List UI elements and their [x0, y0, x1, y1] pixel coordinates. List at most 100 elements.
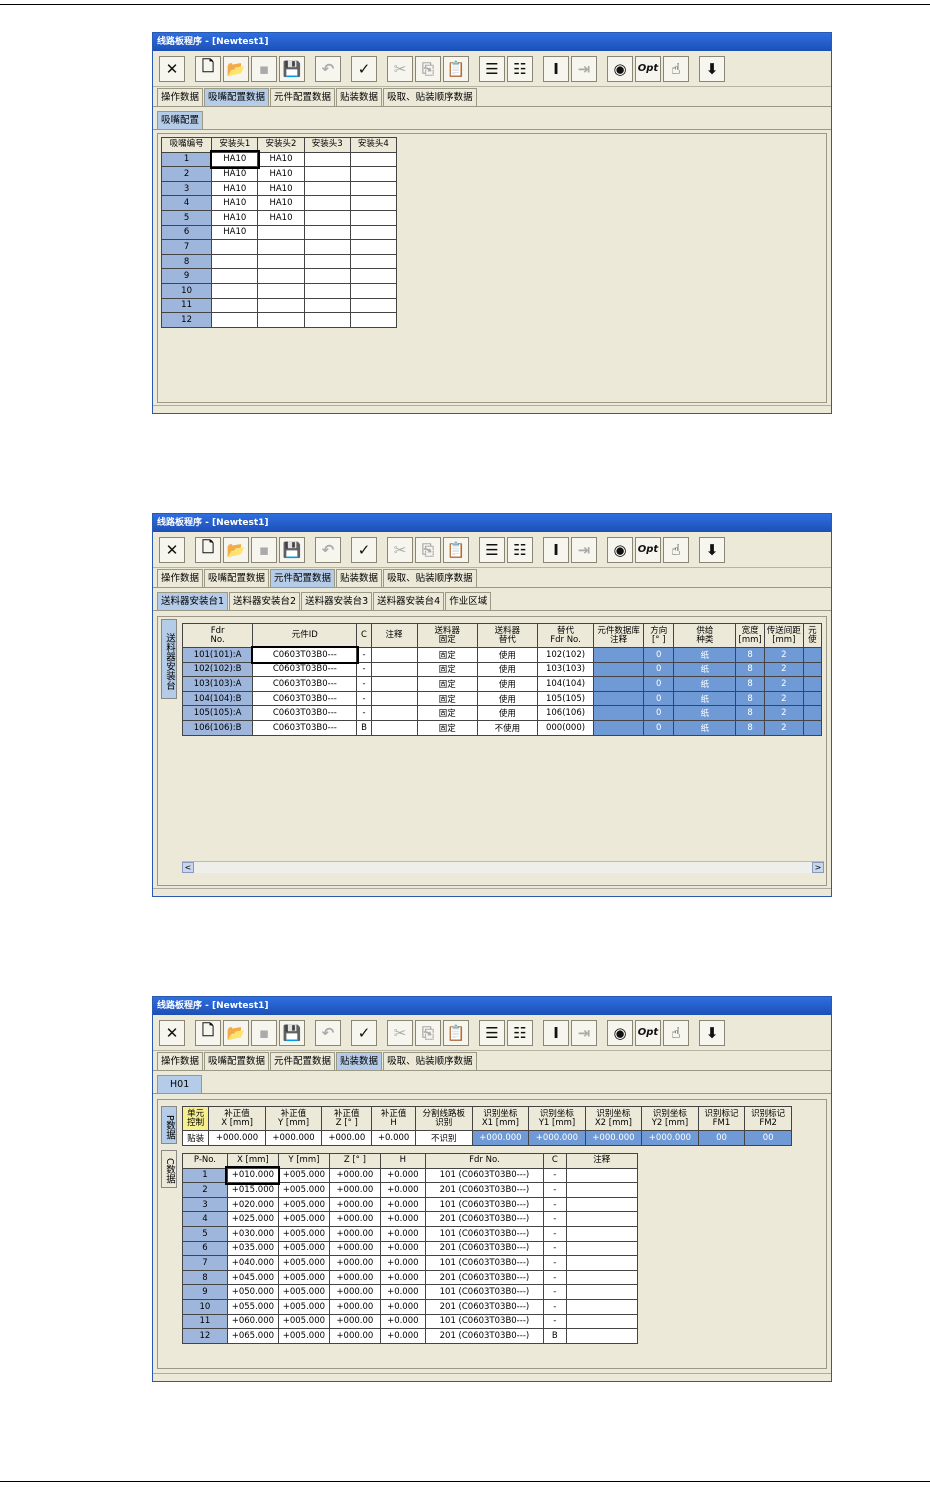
- feeder-subtab-2[interactable]: 送料器安装台3: [301, 592, 373, 610]
- insert-row-icon[interactable]: ☰: [479, 536, 505, 563]
- c-data-cell[interactable]: 201 (C0603T03B0---): [424, 1240, 545, 1257]
- save-all-icon[interactable]: 💾: [279, 55, 305, 82]
- table-row[interactable]: 11: [160, 297, 398, 314]
- feeder-cell[interactable]: 106(106): [536, 705, 595, 721]
- nozzle-cell[interactable]: [349, 151, 398, 168]
- nozzle-cell[interactable]: [349, 180, 398, 197]
- c-data-cell[interactable]: -: [543, 1255, 567, 1271]
- undo-icon[interactable]: ↶: [315, 536, 341, 563]
- c-data-cell[interactable]: +000.00: [328, 1284, 381, 1300]
- p-data-cell[interactable]: 贴装: [181, 1130, 210, 1146]
- feeder-cell[interactable]: 纸: [673, 719, 737, 736]
- nozzle-cell[interactable]: [349, 239, 398, 255]
- nozzle-cell[interactable]: [303, 312, 351, 328]
- main-tab-4[interactable]: 吸取、贴装顺序数据: [383, 1052, 477, 1070]
- c-data-cell[interactable]: -: [543, 1284, 567, 1300]
- feeder-cell[interactable]: [802, 705, 823, 721]
- feeder-cell[interactable]: [370, 705, 418, 721]
- feeder-cell[interactable]: [593, 705, 645, 721]
- nozzle-cell[interactable]: [349, 282, 398, 299]
- nozzle-cell[interactable]: [303, 195, 351, 211]
- open-folder-icon[interactable]: 📂: [223, 55, 249, 82]
- nozzle-cell[interactable]: [349, 209, 398, 226]
- table-row[interactable]: 7: [160, 239, 398, 255]
- table-row[interactable]: 101(101):A C0603T03B0--- - 固定 使用 102(102) 0 纸 8 2: [181, 645, 823, 665]
- c-data-cell[interactable]: 201 (C0603T03B0---): [424, 1182, 545, 1198]
- download-arrow-icon[interactable]: ⬇: [699, 1019, 725, 1046]
- cut-icon[interactable]: ✂: [387, 55, 413, 82]
- feeder-number[interactable]: 102(102):B: [181, 661, 254, 678]
- table-row[interactable]: 10 +055.000 +005.000 +000.00 +0.000 201 (C060…: [182, 1298, 639, 1315]
- insert-row-icon[interactable]: ☰: [479, 55, 505, 82]
- c-data-cell[interactable]: +000.00: [328, 1328, 381, 1344]
- tab-h01[interactable]: H01: [157, 1075, 203, 1093]
- c-data-cell[interactable]: +000.00: [328, 1225, 381, 1242]
- c-data-cell[interactable]: -: [543, 1225, 567, 1242]
- c-data-cell[interactable]: +0.000: [379, 1284, 426, 1300]
- c-data-cell[interactable]: +0.000: [379, 1328, 426, 1344]
- c-data-cell[interactable]: [565, 1196, 639, 1213]
- c-data-cell[interactable]: +005.000: [277, 1269, 330, 1286]
- p-data-cell[interactable]: +000.000: [208, 1130, 266, 1146]
- copy-icon[interactable]: ⎘: [415, 536, 441, 563]
- feeder-cell[interactable]: 使用: [476, 647, 538, 663]
- c-data-cell[interactable]: -: [543, 1298, 567, 1315]
- cut-icon[interactable]: ✂: [387, 536, 413, 563]
- feeder-cell[interactable]: C0603T03B0---: [252, 705, 358, 721]
- nozzle-cell[interactable]: [211, 268, 259, 284]
- feeder-cell[interactable]: 105(105): [536, 690, 595, 707]
- opt-icon[interactable]: Opt: [635, 1019, 661, 1046]
- nozzle-cell[interactable]: [303, 253, 351, 270]
- nozzle-cell[interactable]: [349, 253, 398, 270]
- c-data-cell[interactable]: +065.000: [226, 1328, 279, 1344]
- nozzle-cell[interactable]: [303, 151, 351, 168]
- feeder-cell[interactable]: 8: [735, 647, 765, 663]
- table-row[interactable]: 5 +030.000 +005.000 +000.00 +0.000 101 (C0603…: [182, 1225, 639, 1242]
- table-row[interactable]: 10: [160, 282, 398, 299]
- c-data-cell[interactable]: +000.00: [328, 1269, 381, 1286]
- feeder-cell[interactable]: [370, 661, 418, 678]
- c-data-cell[interactable]: -: [543, 1240, 567, 1257]
- new-file-icon[interactable]: 🗋: [195, 55, 221, 82]
- table-row[interactable]: 102(102):B C0603T03B0--- - 固定 使用 103(103) 0 纸 8 2: [181, 661, 823, 678]
- open-folder-icon[interactable]: 📂: [223, 536, 249, 563]
- nozzle-cell[interactable]: [349, 166, 398, 182]
- feeder-cell[interactable]: 2: [763, 690, 804, 707]
- new-file-icon[interactable]: 🗋: [195, 1019, 221, 1046]
- table-row[interactable]: 1 +010.000 +005.000 +000.00 +0.000 101 (C0603…: [182, 1166, 639, 1185]
- feeder-cell[interactable]: [802, 676, 823, 692]
- table-row[interactable]: 12: [160, 312, 398, 328]
- table-row[interactable]: 104(104):B C0603T03B0--- - 固定 使用 105(105) 0 纸 8 2: [181, 690, 823, 707]
- nozzle-cell[interactable]: [257, 312, 305, 328]
- table-row[interactable]: 106(106):B C0603T03B0--- B 固定 不使用 000(000) 0 纸 8…: [181, 719, 823, 736]
- c-data-cell[interactable]: +005.000: [277, 1284, 330, 1300]
- undo-icon[interactable]: ↶: [315, 55, 341, 82]
- feeder-cell[interactable]: 8: [735, 676, 765, 692]
- database-icon[interactable]: ◉: [607, 55, 633, 82]
- close-x-icon[interactable]: ✕: [159, 1019, 185, 1046]
- feeder-cell[interactable]: B: [356, 719, 372, 736]
- feeder-cell[interactable]: 0: [643, 719, 675, 736]
- feeder-cell[interactable]: C0603T03B0---: [250, 645, 359, 665]
- c-data-cell[interactable]: +040.000: [226, 1255, 279, 1271]
- c-data-cell[interactable]: +005.000: [277, 1225, 330, 1242]
- nozzle-cell[interactable]: HA10: [257, 180, 305, 197]
- nozzle-cell[interactable]: HA10: [211, 224, 259, 241]
- nozzle-cell[interactable]: [211, 282, 259, 299]
- opt-icon[interactable]: Opt: [635, 55, 661, 82]
- feeder-cell[interactable]: 0: [643, 690, 675, 707]
- table-row[interactable]: 9 +050.000 +005.000 +000.00 +0.000 101 (C0603…: [182, 1284, 639, 1300]
- table-row[interactable]: 11 +060.000 +005.000 +000.00 +0.000 101 (C060…: [182, 1313, 639, 1330]
- main-tab-0[interactable]: 操作数据: [157, 1052, 204, 1070]
- feeder-cell[interactable]: [370, 676, 418, 692]
- nozzle-cell[interactable]: [303, 166, 351, 182]
- nozzle-cell[interactable]: [211, 239, 259, 255]
- p-data-cell[interactable]: +000.000: [471, 1130, 530, 1146]
- c-data-cell[interactable]: 101 (C0603T03B0---): [424, 1255, 545, 1271]
- cursor-icon[interactable]: I: [543, 55, 569, 82]
- c-data-cell[interactable]: +0.000: [379, 1240, 426, 1257]
- database-icon[interactable]: ◉: [607, 1019, 633, 1046]
- feeder-cell[interactable]: 2: [763, 705, 804, 721]
- feeder-subtab-3[interactable]: 送料器安装台4: [373, 592, 445, 610]
- feeder-cell[interactable]: 0: [643, 647, 675, 663]
